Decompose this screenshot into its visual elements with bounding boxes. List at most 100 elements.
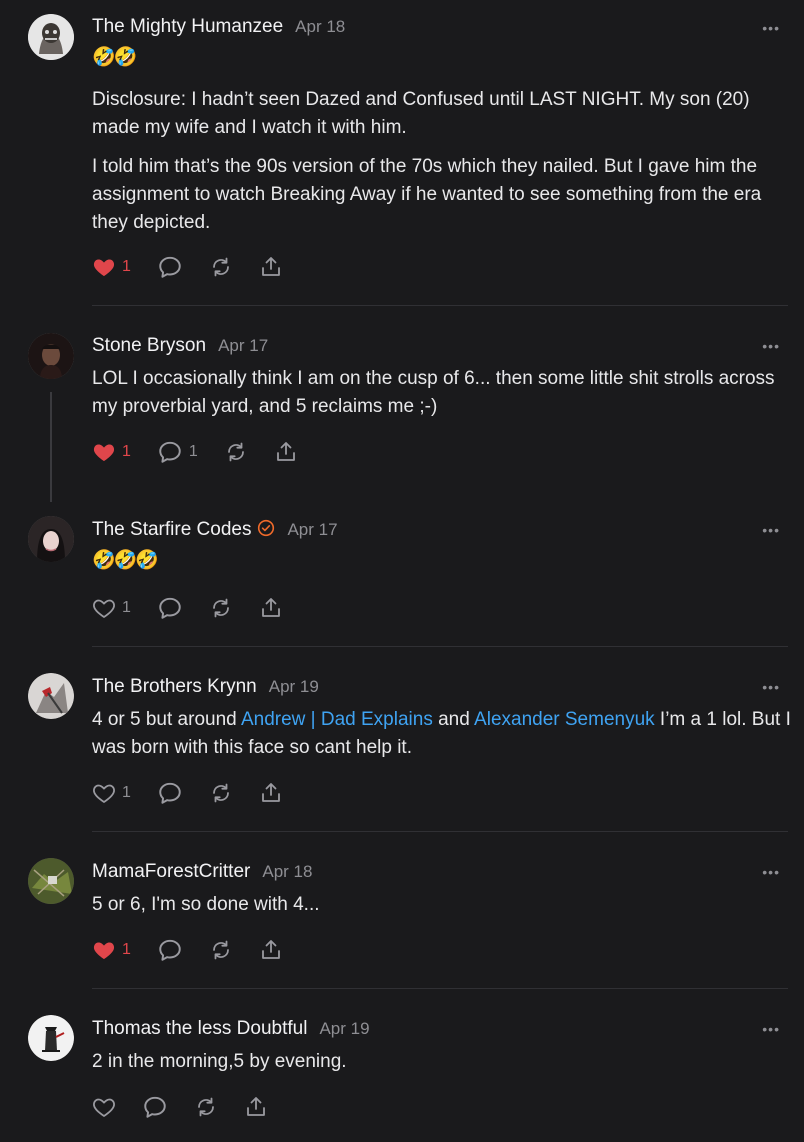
share-icon: [259, 596, 283, 620]
heart-icon: [92, 596, 116, 620]
comment-actions: 1: [92, 254, 309, 280]
restack-button[interactable]: [209, 596, 233, 620]
avatar[interactable]: [28, 858, 74, 904]
comment-date: Apr 19: [268, 677, 319, 696]
author-name[interactable]: Thomas the less Doubtful Apr 19: [92, 1018, 370, 1040]
author-name[interactable]: Stone Bryson Apr 17: [92, 335, 268, 357]
comment-actions: 1 1: [92, 439, 324, 465]
share-button[interactable]: [259, 781, 283, 805]
comment-body: 4 or 5 but around Andrew | Dad Explains …: [92, 706, 792, 762]
author-name-text[interactable]: MamaForestCritter: [92, 861, 250, 882]
share-button[interactable]: [244, 1095, 268, 1119]
comment-actions: 1: [92, 780, 309, 806]
avatar[interactable]: [28, 1015, 74, 1061]
share-button[interactable]: [259, 596, 283, 620]
restack-button[interactable]: [209, 938, 233, 962]
avatar[interactable]: [28, 516, 74, 562]
more-options-button[interactable]: •••: [762, 522, 780, 538]
like-button[interactable]: [92, 1095, 116, 1119]
emoji-text: 🤣🤣🤣: [92, 550, 159, 571]
comment-text: 4 or 5 but around: [92, 709, 241, 730]
reply-icon: [157, 595, 183, 621]
more-options-button[interactable]: •••: [762, 864, 780, 880]
like-count: 1: [122, 258, 131, 275]
mention-link[interactable]: Alexander Semenyuk: [474, 709, 655, 730]
heart-icon: [92, 440, 116, 464]
more-options-button[interactable]: •••: [762, 338, 780, 354]
reply-icon: [157, 780, 183, 806]
more-options-button[interactable]: •••: [762, 1021, 780, 1037]
like-button[interactable]: 1: [92, 255, 131, 279]
divider: [92, 646, 788, 647]
like-count: 1: [122, 443, 131, 460]
restack-button[interactable]: [224, 440, 248, 464]
reply-button[interactable]: [157, 595, 183, 621]
comment-body: 🤣🤣 Disclosure: I hadn’t seen Dazed and C…: [92, 44, 792, 248]
author-name-text[interactable]: Stone Bryson: [92, 335, 206, 356]
share-icon: [259, 255, 283, 279]
share-button[interactable]: [259, 938, 283, 962]
reply-icon: [157, 439, 183, 465]
share-icon: [259, 781, 283, 805]
comment-paragraph: I told him that’s the 90s version of the…: [92, 156, 762, 233]
comment-body: LOL I occasionally think I am on the cus…: [92, 368, 775, 417]
comment-date: Apr 18: [262, 862, 313, 881]
like-button[interactable]: 1: [92, 596, 131, 620]
like-button[interactable]: 1: [92, 440, 131, 464]
verified-icon: [257, 519, 275, 543]
divider: [92, 831, 788, 832]
author-name-text[interactable]: The Brothers Krynn: [92, 676, 257, 697]
mention-link[interactable]: Andrew | Dad Explains: [241, 709, 433, 730]
restack-icon: [209, 781, 233, 805]
heart-icon: [92, 255, 116, 279]
share-icon: [244, 1095, 268, 1119]
heart-icon: [92, 1095, 116, 1119]
reply-icon: [157, 254, 183, 280]
avatar[interactable]: [28, 333, 74, 379]
more-options-button[interactable]: •••: [762, 20, 780, 36]
restack-button[interactable]: [194, 1095, 218, 1119]
avatar[interactable]: [28, 14, 74, 60]
comment-date: Apr 17: [287, 520, 338, 539]
author-name-text[interactable]: The Mighty Humanzee: [92, 16, 283, 37]
share-button[interactable]: [274, 440, 298, 464]
more-options-button[interactable]: •••: [762, 679, 780, 695]
share-icon: [274, 440, 298, 464]
author-name[interactable]: The Brothers Krynn Apr 19: [92, 676, 319, 698]
like-count: 1: [122, 784, 131, 801]
comment-text: and: [432, 709, 475, 730]
share-icon: [259, 938, 283, 962]
heart-icon: [92, 781, 116, 805]
thread-line: [50, 392, 52, 502]
reply-button[interactable]: [157, 937, 183, 963]
share-button[interactable]: [259, 255, 283, 279]
comment-date: Apr 17: [218, 336, 269, 355]
reply-count: 1: [188, 443, 198, 460]
like-count: 1: [122, 599, 131, 616]
comment-date: Apr 18: [295, 17, 346, 36]
comment-body: 2 in the morning,5 by evening.: [92, 1051, 347, 1072]
reply-button[interactable]: [157, 780, 183, 806]
like-button[interactable]: 1: [92, 781, 131, 805]
divider: [92, 988, 788, 989]
restack-button[interactable]: [209, 781, 233, 805]
like-button[interactable]: 1: [92, 938, 131, 962]
heart-icon: [92, 938, 116, 962]
author-name[interactable]: The Mighty Humanzee Apr 18: [92, 16, 345, 38]
reply-button[interactable]: 1: [157, 439, 198, 465]
author-name[interactable]: The Starfire Codes Apr 17: [92, 519, 338, 543]
divider: [92, 305, 788, 306]
restack-icon: [209, 596, 233, 620]
comment-actions: 1: [92, 595, 309, 621]
author-name-text[interactable]: The Starfire Codes: [92, 519, 251, 540]
reply-button[interactable]: [157, 254, 183, 280]
emoji-text: 🤣🤣: [92, 47, 137, 68]
avatar[interactable]: [28, 673, 74, 719]
author-name-text[interactable]: Thomas the less Doubtful: [92, 1018, 307, 1039]
author-name[interactable]: MamaForestCritter Apr 18: [92, 861, 312, 883]
restack-button[interactable]: [209, 255, 233, 279]
comment-paragraph: Disclosure: I hadn’t seen Dazed and Conf…: [92, 89, 750, 138]
comment-body: 5 or 6, I'm so done with 4...: [92, 894, 320, 915]
reply-button[interactable]: [142, 1094, 168, 1120]
reply-icon: [142, 1094, 168, 1120]
